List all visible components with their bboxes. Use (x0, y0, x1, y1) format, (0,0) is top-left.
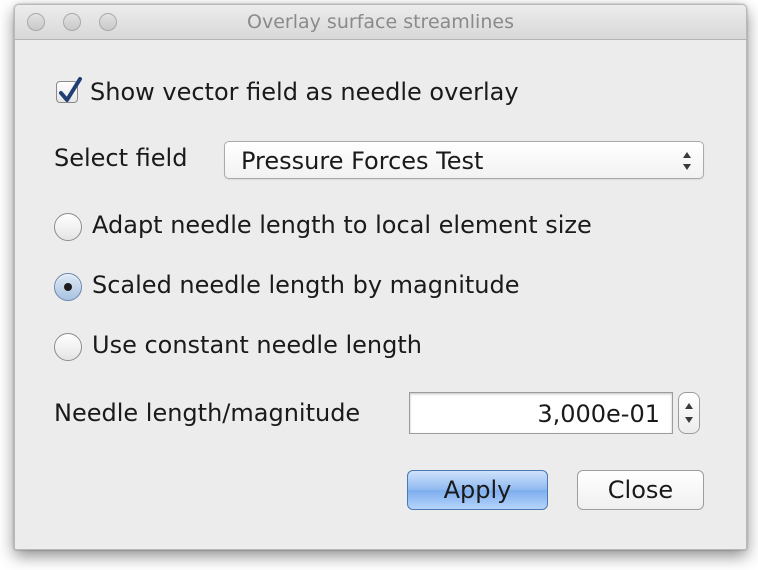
needle-length-value: 3,000e-01 (537, 400, 660, 428)
chevron-updown-icon (683, 152, 691, 170)
close-button[interactable]: Close (577, 470, 704, 510)
window-title: Overlay surface streamlines (247, 11, 514, 33)
dialog-window: Overlay surface streamlines Show vector … (14, 4, 747, 550)
title-bar: Overlay surface streamlines (15, 5, 746, 40)
radio-adapt-length-label[interactable]: Adapt needle length to local element siz… (92, 211, 592, 239)
radio-scaled-length-label[interactable]: Scaled needle length by magnitude (92, 271, 520, 299)
radio-scaled-length[interactable] (54, 273, 82, 301)
needle-length-label: Needle length/magnitude (54, 399, 361, 427)
field-select-value: Pressure Forces Test (241, 147, 484, 175)
apply-button[interactable]: Apply (407, 470, 548, 510)
radio-adapt-length[interactable] (54, 213, 82, 241)
stepper-arrows-icon (685, 403, 693, 423)
radio-constant-length[interactable] (54, 333, 82, 361)
select-field-label: Select field (54, 144, 188, 172)
needle-length-input[interactable]: 3,000e-01 (409, 392, 673, 434)
show-overlay-label[interactable]: Show vector field as needle overlay (90, 78, 519, 106)
needle-length-stepper[interactable] (678, 392, 700, 434)
field-select[interactable]: Pressure Forces Test (224, 141, 704, 179)
radio-selected-dot (64, 283, 72, 291)
radio-constant-length-label[interactable]: Use constant needle length (92, 331, 422, 359)
show-overlay-checkbox[interactable] (56, 77, 82, 103)
checkmark-icon (59, 77, 82, 102)
